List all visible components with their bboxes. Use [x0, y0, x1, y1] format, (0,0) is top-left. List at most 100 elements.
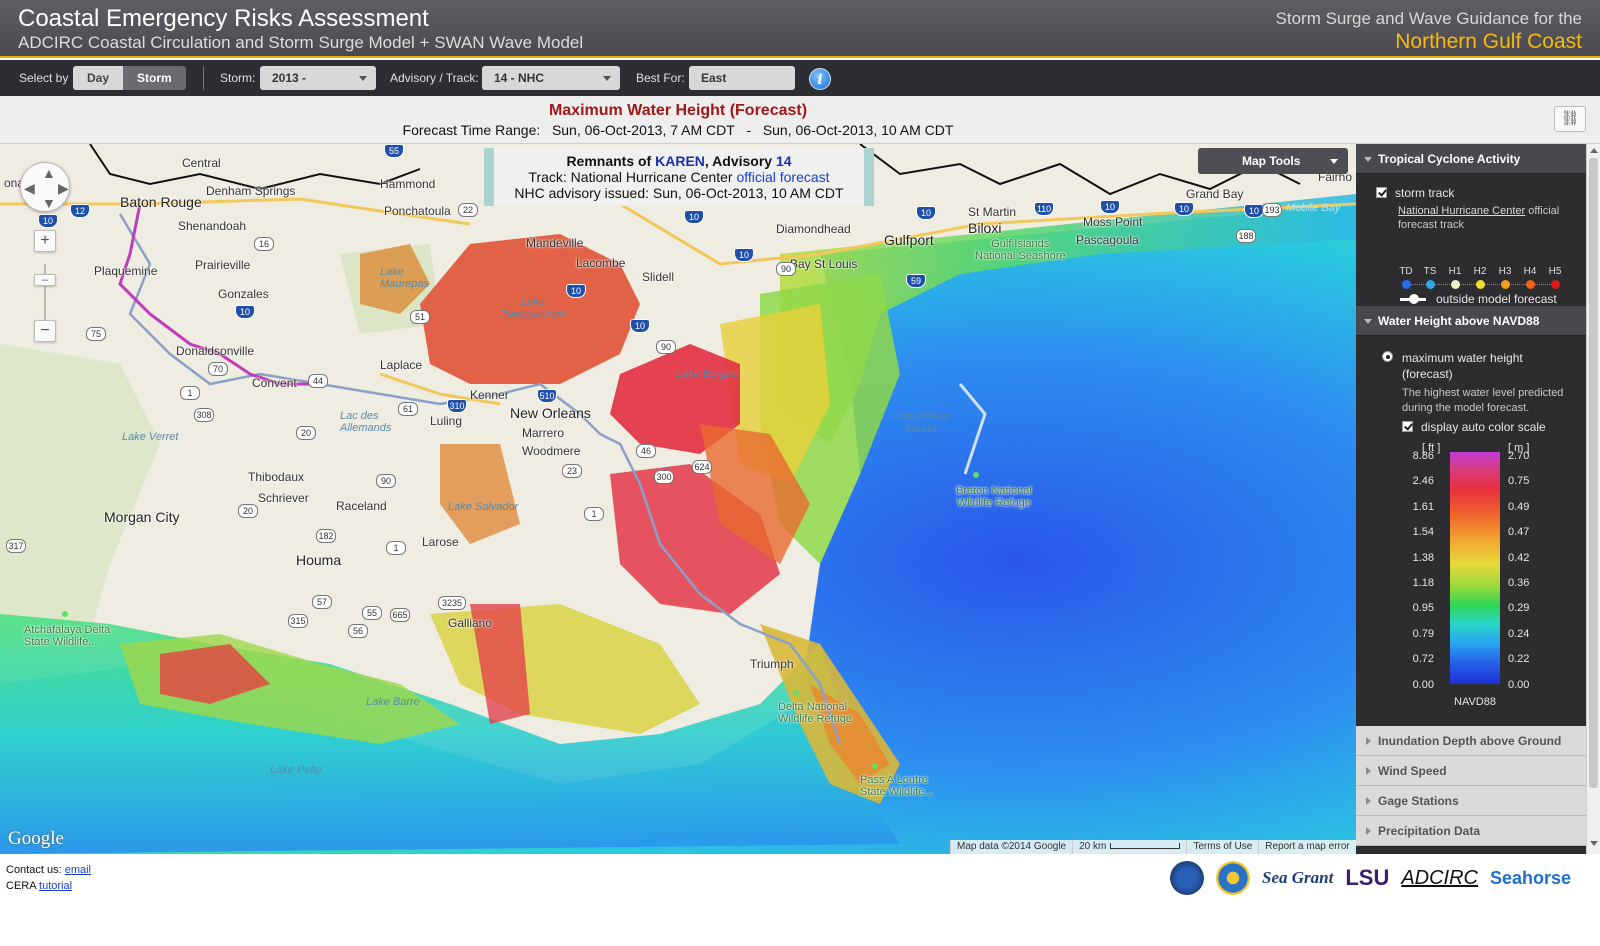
place-lacombe: Lacombe [576, 256, 626, 270]
scale-tick-m: 0.42 [1508, 551, 1530, 564]
place-thibodaux: Thibodaux [248, 470, 305, 484]
layer-panel: Tropical Cyclone Activity storm track Na… [1356, 144, 1586, 854]
noaa-logo [1170, 861, 1204, 895]
advisory-label: Advisory / Track: [390, 71, 479, 85]
place-plaquemine: Plaquemine [94, 264, 158, 278]
highway-shield: 317 [6, 539, 26, 553]
advisory-dropdown[interactable]: 14 - NHC forecast [482, 66, 620, 109]
category-h1: H1 [1445, 266, 1465, 289]
highway-shield: 10 [684, 210, 704, 224]
section-inundation-title: Inundation Depth above Ground [1378, 734, 1562, 748]
auto-scale-option[interactable]: display auto color scale [1402, 420, 1546, 434]
section-precip-title: Precipitation Data [1378, 824, 1481, 838]
pan-left-icon[interactable]: ◀ [24, 180, 35, 197]
scale-tick-m: 0.36 [1508, 577, 1530, 589]
place-shenandoah: Shenandoah [178, 219, 247, 233]
pan-up-icon[interactable]: ▲ [42, 165, 56, 181]
pan-down-icon[interactable]: ▼ [42, 195, 56, 211]
scroll-down-icon[interactable] [1590, 841, 1598, 846]
tropical-cyclone-body: storm track National Hurricane Center of… [1356, 174, 1586, 306]
highway-shield: 193 [1262, 203, 1282, 217]
chevron-right-icon [1366, 827, 1371, 835]
max-water-height-radio[interactable] [1382, 350, 1401, 364]
section-tropical-cyclone[interactable]: Tropical Cyclone Activity [1356, 144, 1586, 174]
place-gulfport: Gulfport [884, 232, 934, 248]
map-attribution: Map data ©2014 Google 20 km Terms of Use… [950, 840, 1356, 854]
color-scale-bar [1450, 452, 1500, 684]
scale-tick-ft: 0.79 [1412, 627, 1434, 640]
storm-button[interactable]: Storm [123, 66, 186, 90]
scroll-up-icon[interactable] [1590, 148, 1598, 153]
scale-tick-m: 0.24 [1508, 627, 1530, 640]
section-gage-stations[interactable]: Gage Stations [1356, 786, 1586, 816]
highway-shield: 75 [86, 327, 106, 341]
place-gonzales: Gonzales [218, 287, 269, 301]
nhc-link[interactable]: National Hurricane Center [1398, 205, 1525, 217]
category-dot [1500, 280, 1510, 289]
contact-line: Contact us: email [6, 864, 91, 876]
email-link[interactable]: email [65, 864, 91, 876]
chevron-down-icon [1330, 159, 1338, 164]
collapsed-sections: Inundation Depth above Ground Wind Speed… [1356, 726, 1586, 846]
section-water-height-title: Water Height above NAVD88 [1378, 314, 1540, 328]
section-precipitation[interactable]: Precipitation Data [1356, 816, 1586, 846]
forecast-range-label: Forecast Time Range: [402, 122, 541, 138]
pan-control[interactable]: ▲ ▼ ◀ ▶ [20, 162, 70, 212]
place-atchafalaya: Atchafalaya Delta State Wildlife... [24, 624, 111, 648]
storm-dropdown[interactable]: 2013 - KAREN [260, 66, 376, 109]
terms-link[interactable]: Terms of Use [1186, 840, 1259, 854]
category-dot [1401, 280, 1411, 289]
info-icon[interactable]: i [809, 68, 831, 90]
storm-track-option[interactable]: storm track [1376, 186, 1454, 200]
map-scale-label: 20 km [1079, 841, 1107, 852]
category-dot [1450, 280, 1460, 289]
pan-right-icon[interactable]: ▶ [58, 180, 69, 197]
select-by-toggle: Day Storm [73, 66, 186, 90]
place-mandeville: Mandeville [526, 236, 584, 250]
place-triumph: Triumph [750, 657, 794, 671]
section-water-height[interactable]: Water Height above NAVD88 [1356, 306, 1586, 336]
category-dot [1475, 280, 1485, 289]
highway-shield: 55 [384, 144, 404, 158]
auto-scale-checkbox[interactable] [1402, 421, 1413, 432]
report-error-link[interactable]: Report a map error [1258, 840, 1356, 854]
toolbar: Select by Day Storm Storm: 2013 - KAREN … [0, 60, 1600, 109]
adcirc-logo: ADCIRC [1401, 866, 1478, 889]
panel-scrollbar[interactable] [1586, 144, 1600, 854]
scale-tick-ft: 1.18 [1412, 577, 1434, 589]
category-h2: H2 [1470, 266, 1490, 289]
section-inundation-depth[interactable]: Inundation Depth above Ground [1356, 726, 1586, 756]
day-button[interactable]: Day [73, 66, 124, 90]
storm-issued: NHC advisory issued: Sun, 06-Oct-2013, 1… [514, 185, 844, 201]
max-water-height-label: maximum water height (forecast) [1402, 351, 1523, 381]
zoom-slider-handle[interactable]: – [34, 274, 56, 286]
section-wind-speed[interactable]: Wind Speed [1356, 756, 1586, 786]
scale-tick-ft: 1.54 [1412, 526, 1434, 539]
best-for-button[interactable]: East Louisiana [689, 66, 795, 109]
zoom-in-button[interactable]: + [34, 230, 56, 252]
highway-shield: 1 [180, 386, 200, 400]
link-icon[interactable]: ⛓ [1554, 106, 1586, 132]
storm-advisory-word: , Advisory [704, 153, 773, 169]
chevron-down-icon [1364, 319, 1372, 324]
highway-shield: 624 [692, 460, 712, 474]
zoom-out-button[interactable]: − [34, 320, 56, 342]
storm-track-checkbox[interactable] [1376, 187, 1387, 198]
highway-shield: 665 [390, 608, 410, 622]
map-canvas[interactable]: ona Baton Rouge Hammond Denham Springs C… [0, 144, 1356, 854]
map-tools-button[interactable]: Map Tools [1198, 148, 1348, 174]
tutorial-link[interactable]: tutorial [39, 880, 72, 892]
tutorial-line: CERA tutorial [6, 880, 72, 892]
storm-heading: Remnants of KAREN, Advisory 14 [494, 153, 864, 169]
max-water-height-radio-button[interactable] [1382, 351, 1393, 362]
place-ponchatoula: Ponchatoula [384, 204, 451, 218]
chevron-down-icon [603, 76, 611, 81]
highway-shield: 3235 [438, 596, 466, 610]
scrollbar-thumb[interactable] [1589, 158, 1598, 788]
highway-shield: 20 [296, 426, 316, 440]
category-label: TS [1423, 266, 1437, 277]
storm-name: KAREN [655, 153, 705, 169]
official-forecast-link[interactable]: official forecast [736, 169, 829, 185]
storm-track-note: National Hurricane Center official forec… [1398, 204, 1578, 232]
place-lake-borgne: Lake Borgne [676, 368, 739, 380]
